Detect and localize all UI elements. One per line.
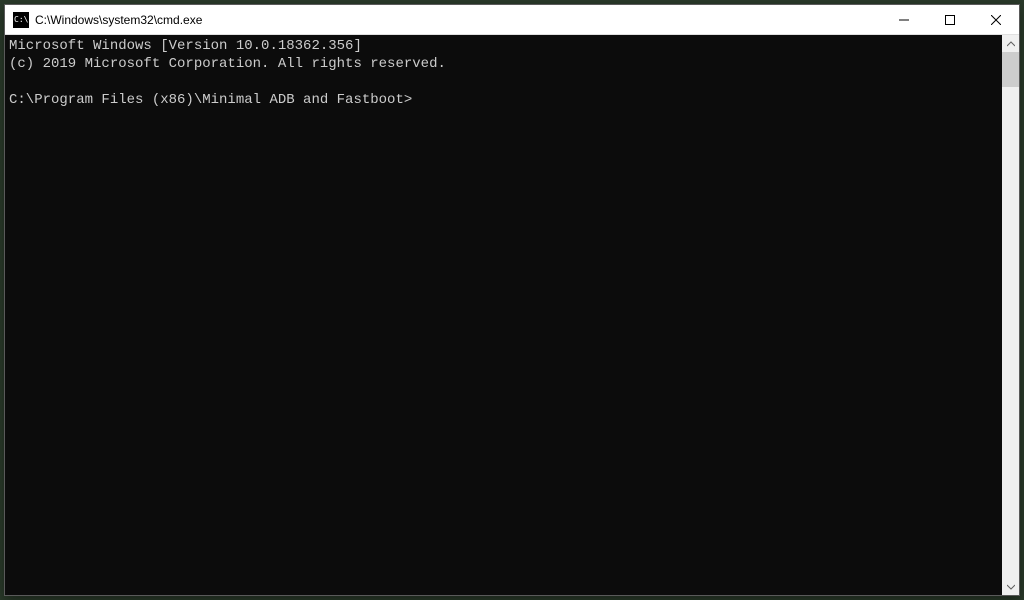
vertical-scrollbar[interactable] bbox=[1002, 35, 1019, 595]
close-button[interactable] bbox=[973, 5, 1019, 34]
scroll-down-button[interactable] bbox=[1002, 578, 1019, 595]
cmd-icon-text: C:\ bbox=[13, 16, 28, 24]
chevron-down-icon bbox=[1007, 583, 1015, 591]
titlebar[interactable]: C:\ C:\Windows\system32\cmd.exe bbox=[5, 5, 1019, 35]
scroll-track[interactable] bbox=[1002, 52, 1019, 578]
window-controls bbox=[881, 5, 1019, 34]
maximize-button[interactable] bbox=[927, 5, 973, 34]
cmd-window: C:\ C:\Windows\system32\cmd.exe bbox=[4, 4, 1020, 596]
window-title: C:\Windows\system32\cmd.exe bbox=[35, 13, 881, 27]
prompt: C:\Program Files (x86)\Minimal ADB and F… bbox=[9, 92, 412, 108]
cmd-icon: C:\ bbox=[13, 12, 29, 28]
scroll-thumb[interactable] bbox=[1002, 52, 1019, 87]
scroll-up-button[interactable] bbox=[1002, 35, 1019, 52]
terminal-container: Microsoft Windows [Version 10.0.18362.35… bbox=[5, 35, 1019, 595]
chevron-up-icon bbox=[1007, 40, 1015, 48]
close-icon bbox=[991, 15, 1001, 25]
terminal-output[interactable]: Microsoft Windows [Version 10.0.18362.35… bbox=[5, 35, 1002, 595]
minimize-icon bbox=[899, 15, 909, 25]
version-line: Microsoft Windows [Version 10.0.18362.35… bbox=[9, 38, 362, 54]
minimize-button[interactable] bbox=[881, 5, 927, 34]
maximize-icon bbox=[945, 15, 955, 25]
copyright-line: (c) 2019 Microsoft Corporation. All righ… bbox=[9, 56, 446, 72]
